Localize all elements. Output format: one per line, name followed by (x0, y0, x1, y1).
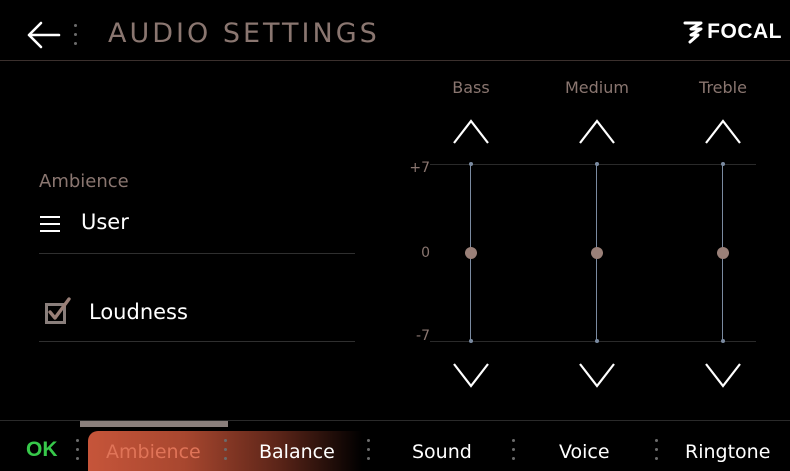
ambience-selector[interactable]: User (81, 210, 129, 234)
bass-up-button[interactable] (452, 117, 490, 145)
header-separator (72, 24, 78, 48)
loudness-label: Loudness (89, 300, 188, 324)
medium-slider-knob[interactable] (590, 246, 603, 259)
chevron-down-icon (705, 363, 741, 388)
ok-button[interactable]: OK (26, 438, 58, 462)
eq-band-label-medium: Medium (565, 78, 629, 97)
slider-endpoint (594, 339, 599, 343)
tab-separator (74, 439, 80, 461)
divider (39, 341, 355, 342)
medium-down-button[interactable] (578, 362, 616, 390)
loudness-checkbox[interactable] (45, 296, 71, 324)
eq-band-label-treble: Treble (699, 78, 747, 97)
tab-ambience[interactable]: Ambience (106, 441, 201, 463)
eq-scale-min: -7 (416, 328, 430, 344)
slider-endpoint (720, 339, 725, 343)
chevron-up-icon (453, 119, 489, 144)
tab-separator (510, 439, 516, 461)
ambience-label: Ambience (39, 171, 129, 192)
chevron-up-icon (579, 119, 615, 144)
slider-endpoint (720, 162, 725, 166)
hamburger-menu-icon[interactable] (40, 216, 60, 232)
eq-scale-mid: 0 (421, 245, 430, 261)
chevron-up-icon (705, 119, 741, 144)
bass-slider-knob[interactable] (464, 246, 477, 259)
active-tab-indicator (80, 421, 228, 427)
divider (39, 253, 355, 254)
slider-endpoint (594, 162, 599, 166)
tab-separator (653, 439, 659, 461)
back-arrow-icon (27, 21, 61, 49)
treble-down-button[interactable] (704, 362, 742, 390)
eq-gridline (430, 164, 756, 165)
treble-slider-knob[interactable] (716, 246, 729, 259)
tab-voice[interactable]: Voice (559, 441, 610, 463)
medium-up-button[interactable] (578, 117, 616, 145)
tab-ringtone[interactable]: Ringtone (685, 441, 770, 463)
focal-logo-icon (683, 21, 703, 44)
brand-logo: FOCAL (683, 18, 782, 46)
header-divider (0, 60, 790, 61)
slider-endpoint (468, 162, 473, 166)
tab-separator (222, 439, 228, 461)
tab-balance[interactable]: Balance (259, 441, 335, 463)
brand-name: FOCAL (707, 20, 782, 43)
treble-up-button[interactable] (704, 117, 742, 145)
chevron-down-icon (453, 363, 489, 388)
bass-down-button[interactable] (452, 362, 490, 390)
tab-separator (365, 439, 371, 461)
chevron-down-icon (579, 363, 615, 388)
page-title: AUDIO SETTINGS (108, 18, 380, 49)
slider-endpoint (468, 339, 473, 343)
tab-sound[interactable]: Sound (412, 441, 472, 463)
eq-scale-max: +7 (409, 160, 430, 176)
eq-band-label-bass: Bass (452, 78, 490, 97)
checkbox-checked-icon (45, 297, 71, 324)
back-button[interactable] (26, 18, 62, 52)
eq-gridline (430, 341, 756, 342)
